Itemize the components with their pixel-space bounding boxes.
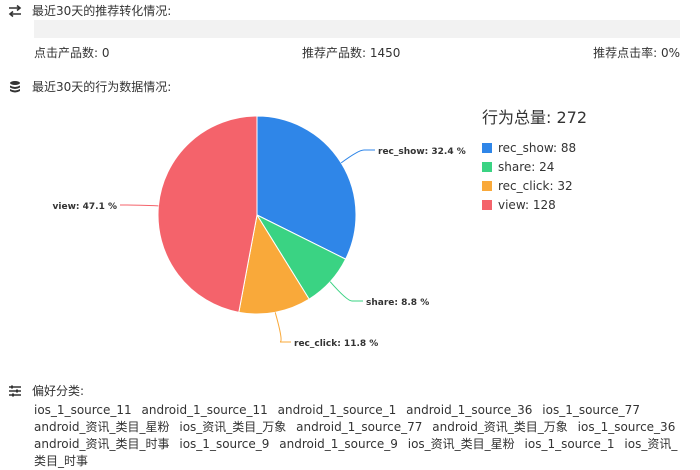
legend-swatch	[482, 199, 492, 210]
legend-swatch	[482, 161, 492, 172]
preference-item: android_资讯_类目_星粉	[34, 420, 170, 434]
legend-item-share[interactable]: share: 24	[482, 157, 587, 176]
preference-item: ios_1_source_9	[179, 437, 270, 451]
swap-arrows-icon	[8, 4, 22, 17]
legend-title: 行为总量: 272	[482, 108, 588, 127]
data-label-rec_show: rec_show: 32.4 %	[378, 147, 466, 157]
data-label-view: view: 47.1 %	[53, 202, 117, 212]
pie-legend: 行为总量: 272 rec_show: 88 share: 24 rec_click…	[482, 104, 587, 214]
legend-label: share: 24	[498, 159, 555, 174]
preference-item: android_资讯_类目_时事	[34, 437, 170, 451]
legend-item-rec_click[interactable]: rec_click: 32	[482, 176, 587, 195]
preference-item: android_1_source_1	[277, 403, 397, 417]
preference-item: android_1_source_36	[406, 403, 533, 417]
data-label-rec_click: rec_click: 11.8 %	[294, 339, 378, 349]
legend-label: view: 128	[498, 197, 556, 212]
conversion-title: 最近30天的推荐转化情况:	[32, 4, 172, 18]
pie-slice-view[interactable]	[157, 115, 258, 313]
conversion-stats-row: 点击产品数: 0 推荐产品数: 1450 推荐点击率: 0%	[34, 44, 680, 60]
preference-item: ios_1_source_11	[34, 403, 132, 417]
conversion-section-header: 最近30天的推荐转化情况:	[8, 2, 171, 19]
sliders-icon	[9, 385, 21, 396]
preference-item: ios_1_source_1	[524, 437, 615, 451]
preference-item: android_资讯_类目_万象	[432, 420, 568, 434]
database-icon	[10, 80, 20, 92]
preference-item: ios_资讯_类目_星粉	[407, 437, 515, 451]
behavior-pie-chart: rec_show: 32.4 % share: 8.8 % rec_click: 1…	[0, 95, 700, 365]
preference-item: android_1_source_9	[279, 437, 398, 451]
preference-item: ios_资讯_类目_万象	[179, 420, 287, 434]
data-label-share: share: 8.8 %	[366, 298, 429, 308]
preference-category-list: ios_1_source_11 android_1_source_11 andr…	[34, 402, 684, 470]
preference-item: android_1_source_11	[141, 403, 268, 417]
preference-item: ios_1_source_36	[577, 420, 676, 434]
leader-line-rec_click	[274, 312, 291, 343]
stat-recommend-ctr: 推荐点击率: 0%	[593, 46, 680, 60]
legend-swatch	[482, 142, 492, 153]
preferences-title: 偏好分类:	[32, 384, 85, 398]
stat-recommended-products: 推荐产品数: 1450	[302, 46, 401, 60]
legend-item-rec_show[interactable]: rec_show: 88	[482, 138, 587, 157]
behavior-section-header: 最近30天的行为数据情况:	[8, 78, 171, 95]
leader-line-share	[329, 281, 363, 302]
behavior-title: 最近30天的行为数据情况:	[32, 80, 172, 94]
legend-item-view[interactable]: view: 128	[482, 195, 587, 214]
leader-line-rec_show	[340, 149, 375, 164]
preference-item: android_1_source_77	[296, 420, 423, 434]
legend-label: rec_show: 88	[498, 140, 577, 155]
stat-clicked-products: 点击产品数: 0	[34, 46, 110, 60]
conversion-divider-bar	[34, 20, 680, 38]
leader-line-view	[120, 204, 159, 207]
legend-label: rec_click: 32	[498, 178, 573, 193]
preferences-section-header: 偏好分类:	[8, 382, 84, 399]
preference-item: ios_1_source_77	[542, 403, 640, 417]
legend-swatch	[482, 180, 492, 191]
pie-chart-svg: rec_show: 32.4 % share: 8.8 % rec_click: 1…	[53, 115, 466, 349]
